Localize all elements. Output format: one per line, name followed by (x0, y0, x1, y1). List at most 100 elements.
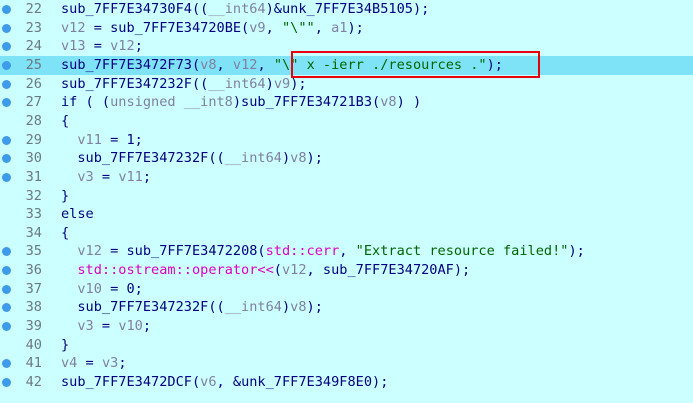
code-text[interactable]: } (61, 336, 69, 355)
breakpoint-dot-icon[interactable] (2, 60, 11, 70)
code-text[interactable]: } (61, 187, 69, 206)
line-number: 26 (25, 75, 42, 92)
code-token: ); (568, 243, 585, 260)
variable-token: v12 (110, 38, 135, 55)
variable-token: v9 (249, 19, 266, 36)
code-text[interactable]: v3 = v11; (61, 168, 151, 187)
code-line[interactable]: 28 { (0, 112, 693, 131)
variable-token: v6 (200, 374, 217, 390)
code-text[interactable]: sub_7FF7E3472F73(v8, v12, "\" x -ierr ./… (61, 56, 503, 75)
code-text[interactable]: v12 = sub_7FF7E34720BE(v9, "\"", a1); (61, 19, 364, 38)
code-line[interactable]: 40} (0, 336, 693, 355)
breakpoint-dot-icon[interactable] (2, 247, 11, 257)
code-line[interactable]: 32} (0, 187, 693, 206)
line-number: 36 (25, 262, 42, 279)
code-token: ( (273, 262, 282, 279)
code-token: sub_7FF7E347232F(( (61, 75, 209, 92)
code-line[interactable]: 33 else (0, 205, 693, 224)
code-text[interactable]: v4 = v3; (61, 354, 127, 373)
breakpoint-dot-icon[interactable] (2, 284, 11, 294)
variable-token: v12 (61, 19, 86, 36)
code-line[interactable]: 29 v11 = 1; (0, 131, 693, 150)
code-text[interactable]: sub_7FF7E347232F((__int64)v8); (61, 298, 323, 317)
breakpoint-dot-icon[interactable] (2, 5, 11, 14)
code-token: = 0; (101, 280, 143, 297)
breakpoint-dot-icon[interactable] (2, 266, 11, 276)
code-text[interactable]: v10 = 0; (61, 280, 143, 299)
breakpoint-dot-icon[interactable] (2, 23, 11, 33)
code-line[interactable]: 38 sub_7FF7E347232F((__int64)v8); (0, 298, 693, 317)
code-line[interactable]: 42 sub_7FF7E3472DCF(v6, &unk_7FF7E349F8E0… (0, 373, 693, 392)
code-text[interactable]: { (61, 112, 69, 131)
code-text[interactable]: sub_7FF7E347232F((__int64)v9); (61, 75, 307, 94)
variable-token: __int64 (224, 150, 282, 167)
code-line[interactable]: 35 v12 = sub_7FF7E3472208(std::cerr, "Ex… (0, 242, 693, 261)
code-token: , (314, 19, 332, 36)
variable-token: v11 (118, 168, 143, 185)
line-number: 24 (25, 38, 42, 55)
code-text[interactable]: std::ostream::operator<<(v12, sub_7FF7E3… (61, 261, 470, 280)
code-line[interactable]: 30 sub_7FF7E347232F((__int64)v8); (0, 149, 693, 168)
code-line[interactable]: 41 v4 = v3; (0, 354, 693, 373)
breakpoint-dot-icon[interactable] (2, 322, 11, 332)
code-line[interactable]: 36 std::ostream::operator<<(v12, sub_7FF… (0, 261, 693, 280)
variable-token: v8 (290, 299, 307, 316)
code-text[interactable]: { (61, 224, 69, 243)
code-text[interactable]: v11 = 1; (61, 131, 143, 150)
code-token: , sub_7FF7E34720AF); (306, 262, 471, 279)
code-line[interactable]: 23 v12 = sub_7FF7E34720BE(v9, "\"", a1); (0, 19, 693, 38)
code-text[interactable]: sub_7FF7E3472DCF(v6, &unk_7FF7E349F8E0); (61, 373, 388, 392)
breakpoint-dot-icon[interactable] (2, 378, 11, 387)
variable-token: v12 (232, 56, 258, 73)
code-token: = 1; (101, 131, 143, 148)
breakpoint-dot-icon[interactable] (2, 42, 11, 52)
code-line[interactable]: 31 v3 = v11; (0, 168, 693, 187)
line-number: 38 (25, 299, 42, 316)
code-line[interactable]: 27 if ( (unsigned __int8)sub_7FF7E34721B3… (0, 93, 693, 112)
code-token: else (61, 206, 94, 223)
code-text[interactable]: if ( (unsigned __int8)sub_7FF7E34721B3(v… (61, 93, 421, 112)
code-token: = sub_7FF7E3472208( (101, 243, 266, 260)
code-text[interactable]: sub_7FF7E347232F((__int64)v8); (61, 149, 323, 168)
breakpoint-dot-icon[interactable] (2, 359, 11, 369)
breakpoint-dot-icon[interactable] (2, 79, 11, 89)
code-line[interactable]: 25 sub_7FF7E3472F73(v8, v12, "\" x -ierr … (0, 55, 693, 75)
breakpoint-dot-icon[interactable] (2, 135, 11, 145)
line-number: 35 (25, 243, 42, 260)
code-line[interactable]: 24 v13 = v12; (0, 37, 693, 56)
code-token: = (93, 168, 119, 185)
breakpoint-dot-icon[interactable] (2, 303, 11, 313)
variable-token: v10 (77, 280, 102, 297)
code-token: sub_7FF7E3472F73( (61, 56, 201, 73)
string-literal: "Extract resource failed!" (355, 243, 569, 260)
code-token: ) ) (396, 94, 422, 111)
code-text[interactable]: v13 = v12; (61, 37, 143, 56)
code-token: ); (306, 299, 323, 316)
code-line[interactable]: 39 v3 = v10; (0, 317, 693, 336)
variable-token: __int64 (208, 1, 266, 17)
code-text[interactable]: sub_7FF7E34730F4((__int64)&unk_7FF7E34B5… (61, 0, 429, 19)
code-text[interactable]: v12 = sub_7FF7E3472208(std::cerr, "Extra… (61, 242, 585, 261)
code-line[interactable]: 37 v10 = 0; (0, 280, 693, 299)
pseudocode-view[interactable]: 22 sub_7FF7E34730F4((__int64)&unk_7FF7E34… (0, 0, 693, 403)
breakpoint-dot-icon[interactable] (2, 98, 11, 108)
code-token: , (265, 19, 282, 36)
code-text[interactable]: v3 = v10; (61, 317, 151, 336)
code-token: } (61, 336, 70, 353)
breakpoint-dot-icon[interactable] (2, 172, 11, 182)
code-line[interactable]: 34 { (0, 224, 693, 243)
code-token: )&unk_7FF7E34B5105); (265, 1, 430, 17)
breakpoint-dot-icon[interactable] (2, 154, 11, 164)
code-line[interactable]: 22 sub_7FF7E34730F4((__int64)&unk_7FF7E34… (0, 0, 693, 19)
code-text[interactable]: else (61, 205, 94, 224)
code-token: ; (118, 355, 127, 372)
code-line[interactable]: 26 sub_7FF7E347232F((__int64)v9); (0, 75, 693, 94)
variable-token: v8 (200, 56, 217, 73)
code-token: = (85, 38, 111, 55)
line-number: 29 (25, 131, 42, 148)
line-number: 37 (25, 280, 42, 297)
code-token: sub_7FF7E34730F4(( (61, 1, 209, 17)
code-token: { (61, 224, 70, 241)
code-token: ); (306, 150, 323, 167)
